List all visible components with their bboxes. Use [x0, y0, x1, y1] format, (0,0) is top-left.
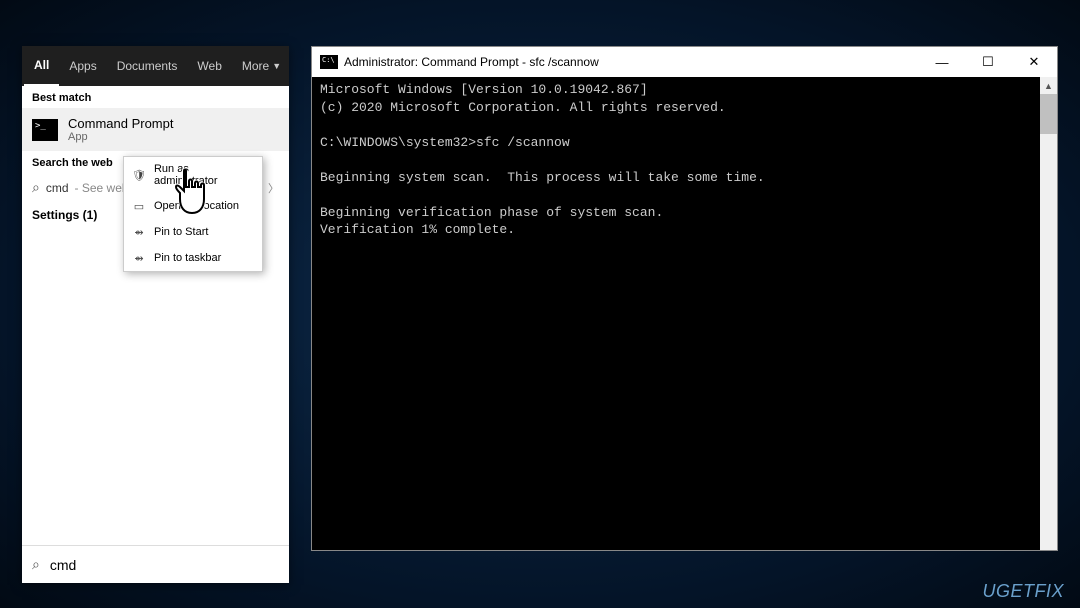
pointer-hand-icon	[170, 167, 214, 227]
web-result-suffix: - See web	[75, 181, 129, 195]
watermark-logo: UGETFIX	[982, 581, 1064, 602]
close-button[interactable]: ✕	[1011, 47, 1057, 77]
best-match-subtitle: App	[68, 131, 173, 143]
command-prompt-window: Administrator: Command Prompt - sfc /sca…	[311, 46, 1058, 551]
folder-icon: ▭	[132, 199, 146, 213]
best-match-text: Command Prompt App	[68, 116, 173, 143]
pin-icon: ⇴	[132, 251, 146, 265]
web-result-prefix: cmd	[46, 181, 69, 195]
context-pin-to-taskbar[interactable]: ⇴ Pin to taskbar	[124, 245, 262, 271]
tab-documents[interactable]: Documents	[107, 46, 188, 86]
command-prompt-icon	[320, 55, 338, 69]
search-input[interactable]	[50, 557, 279, 573]
command-prompt-icon	[32, 119, 58, 141]
scrollbar-thumb[interactable]	[1040, 94, 1057, 134]
start-menu-search-panel: All Apps Documents Web More ▼ Best match…	[22, 46, 289, 583]
search-icon: ⌕	[32, 556, 40, 573]
scroll-up-icon[interactable]: ▲	[1040, 77, 1057, 94]
terminal-line: Microsoft Windows [Version 10.0.19042.86…	[320, 82, 648, 97]
tab-more-label: More	[242, 59, 269, 73]
tab-apps[interactable]: Apps	[59, 46, 106, 86]
terminal-line: Beginning verification phase of system s…	[320, 205, 663, 220]
best-match-command-prompt[interactable]: Command Prompt App	[22, 108, 289, 151]
chevron-right-icon: 〉	[268, 180, 279, 196]
window-controls: — ☐ ✕	[919, 47, 1057, 77]
scrollbar-vertical[interactable]: ▲	[1040, 77, 1057, 550]
best-match-header: Best match	[22, 86, 289, 108]
pin-icon: ⇴	[132, 225, 146, 239]
tab-more[interactable]: More ▼	[232, 46, 291, 86]
minimize-button[interactable]: —	[919, 47, 965, 77]
terminal-line: Beginning system scan. This process will…	[320, 170, 765, 185]
window-title: Administrator: Command Prompt - sfc /sca…	[344, 55, 919, 69]
best-match-title: Command Prompt	[68, 116, 173, 131]
context-pin-taskbar-label: Pin to taskbar	[154, 252, 221, 264]
titlebar[interactable]: Administrator: Command Prompt - sfc /sca…	[312, 47, 1057, 77]
maximize-button[interactable]: ☐	[965, 47, 1011, 77]
search-tabs: All Apps Documents Web More ▼	[22, 46, 289, 86]
terminal-line: Verification 1% complete.	[320, 222, 515, 237]
chevron-down-icon: ▼	[272, 61, 281, 71]
taskbar-search-box[interactable]: ⌕	[22, 545, 289, 583]
terminal-output[interactable]: Microsoft Windows [Version 10.0.19042.86…	[312, 77, 1057, 550]
context-pin-start-label: Pin to Start	[154, 226, 208, 238]
terminal-line: C:\WINDOWS\system32>sfc /scannow	[320, 135, 570, 150]
search-icon: ⌕	[32, 179, 40, 196]
terminal-line: (c) 2020 Microsoft Corporation. All righ…	[320, 100, 726, 115]
tab-web[interactable]: Web	[187, 46, 231, 86]
tab-all[interactable]: All	[24, 46, 59, 86]
shield-icon: 🛡	[132, 168, 146, 182]
